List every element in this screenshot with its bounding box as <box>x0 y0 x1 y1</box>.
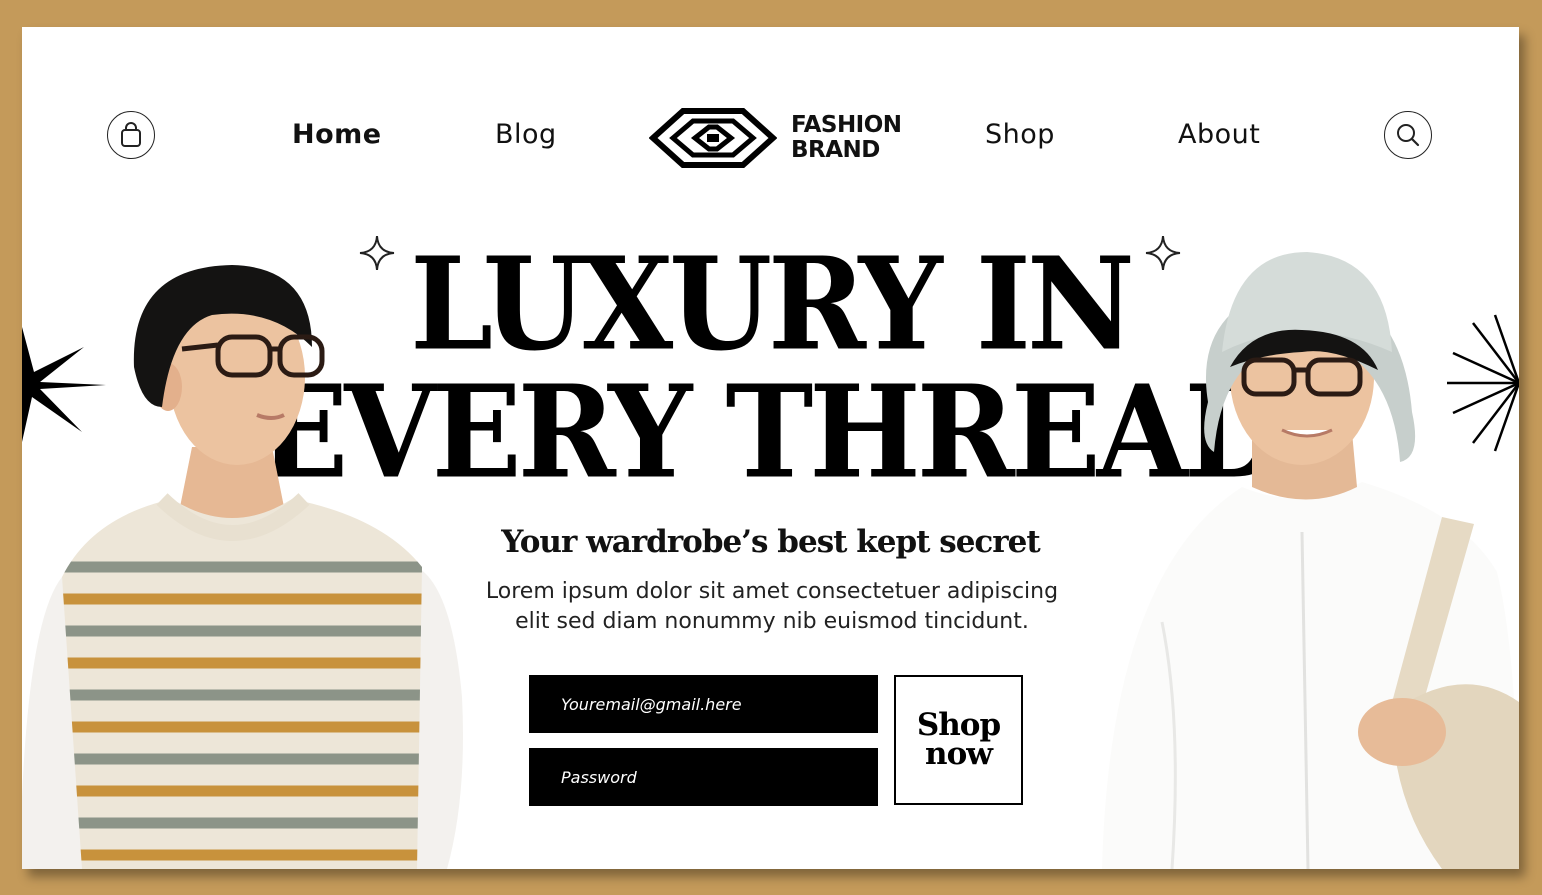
nav-home[interactable]: Home <box>292 119 382 150</box>
diamond-logo-icon <box>649 108 777 168</box>
shop-now-button[interactable]: Shop now <box>894 675 1023 805</box>
nav-about[interactable]: About <box>1178 119 1260 150</box>
landing-page-frame: Home Blog FASHION BRAND Shop About LUXUR… <box>22 27 1519 869</box>
description: Lorem ipsum dolor sit amet consectetuer … <box>422 577 1122 637</box>
nav-blog[interactable]: Blog <box>495 119 557 150</box>
brand-logo[interactable]: FASHION BRAND <box>649 103 902 173</box>
password-field[interactable]: Password <box>529 748 878 806</box>
shopping-bag-icon <box>121 122 141 147</box>
cart-button[interactable] <box>107 111 155 159</box>
description-line1: Lorem ipsum dolor sit amet consectetuer … <box>485 579 1059 604</box>
subheading: Your wardrobe’s best kept secret <box>501 524 1040 560</box>
brand-line1: FASHION <box>791 112 902 138</box>
description-line2: elit sed diam nonummy nib euismod tincid… <box>515 609 1029 634</box>
brand-line2: BRAND <box>791 137 880 163</box>
search-icon <box>1397 124 1420 147</box>
brand-name: FASHION BRAND <box>791 113 902 163</box>
search-button[interactable] <box>1384 111 1432 159</box>
nav-shop[interactable]: Shop <box>985 119 1055 150</box>
email-field[interactable]: Youremail@gmail.here <box>529 675 878 733</box>
shop-now-line2: now <box>925 736 993 772</box>
